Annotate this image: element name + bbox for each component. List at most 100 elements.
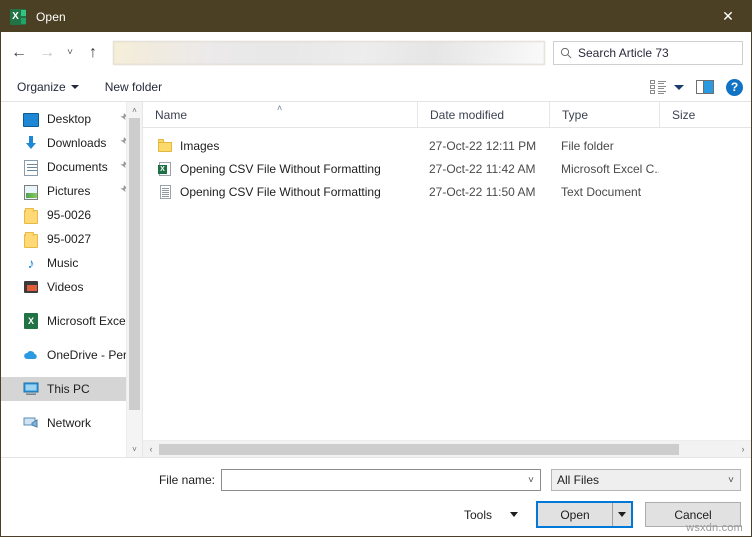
video-icon bbox=[23, 279, 39, 295]
new-folder-button[interactable]: New folder bbox=[105, 80, 162, 94]
file-type-filter-dropdown[interactable]: All Files ˅ bbox=[551, 469, 741, 491]
file-name-label: File name: bbox=[158, 473, 215, 487]
sidebar-item-label: Network bbox=[47, 416, 92, 430]
sidebar-item-documents[interactable]: Documents bbox=[1, 155, 142, 179]
chevron-down-icon bbox=[70, 85, 79, 89]
file-name-row: File name: ˅ All Files ˅ bbox=[11, 469, 741, 491]
open-file-dialog: X Open ✕ ← → ˅ ↑ Search Article 73 Organ… bbox=[0, 0, 752, 537]
window-title: Open bbox=[36, 9, 66, 24]
file-date-cell: 27-Oct-22 12:11 PM bbox=[429, 138, 537, 153]
table-row[interactable]: X Opening CSV File Without Formatting 27… bbox=[143, 157, 751, 180]
open-button[interactable]: Open bbox=[538, 503, 612, 526]
scroll-up-icon[interactable]: ˄ bbox=[127, 102, 142, 118]
network-icon bbox=[23, 415, 39, 431]
folder-icon bbox=[23, 231, 39, 248]
sidebar-item-label: Documents bbox=[47, 160, 108, 174]
help-icon[interactable]: ? bbox=[726, 78, 743, 96]
column-header-date-modified[interactable]: Date modified bbox=[417, 102, 549, 127]
file-name-cell: Opening CSV File Without Formatting bbox=[143, 180, 417, 203]
file-date-cell: 27-Oct-22 11:50 AM bbox=[429, 184, 536, 199]
scrollbar-thumb[interactable] bbox=[159, 443, 679, 455]
sidebar-item-label: This PC bbox=[47, 382, 90, 396]
sidebar-item-label: Music bbox=[47, 256, 79, 270]
title-bar: X Open ✕ bbox=[1, 1, 751, 32]
search-input[interactable]: Search Article 73 bbox=[578, 46, 669, 60]
scroll-down-icon[interactable]: ˅ bbox=[127, 441, 142, 457]
sidebar-list: Desktop Downloads Documents Pictures 95-… bbox=[1, 102, 142, 435]
forward-icon: → bbox=[39, 43, 55, 61]
scroll-left-icon[interactable]: ‹ bbox=[143, 441, 159, 457]
address-bar[interactable] bbox=[113, 40, 545, 65]
sidebar-item-pictures[interactable]: Pictures bbox=[1, 179, 142, 203]
sidebar-item-onedrive[interactable]: OneDrive - Person bbox=[1, 343, 142, 367]
chevron-down-icon[interactable]: ˅ bbox=[528, 475, 534, 486]
sort-ascending-icon: ˄ bbox=[277, 103, 283, 113]
file-type-filter-value: All Files bbox=[557, 473, 600, 487]
toolbar: Organize New folder ? bbox=[1, 73, 751, 102]
file-list-horizontal-scrollbar[interactable]: ‹ › bbox=[143, 440, 751, 457]
chevron-down-icon bbox=[618, 512, 626, 517]
back-icon[interactable]: ← bbox=[5, 38, 33, 68]
file-name-cell: X Opening CSV File Without Formatting bbox=[143, 157, 417, 180]
sidebar-item-desktop[interactable]: Desktop bbox=[1, 107, 142, 131]
column-label: Size bbox=[672, 107, 696, 122]
table-row[interactable]: Opening CSV File Without Formatting 27-O… bbox=[143, 180, 751, 203]
sidebar-item-label: 95-0026 bbox=[47, 208, 92, 222]
sidebar-item-label: Microsoft Excel bbox=[47, 314, 129, 328]
folder-icon bbox=[23, 207, 39, 224]
tools-label: Tools bbox=[463, 507, 492, 522]
column-label: Date modified bbox=[430, 107, 505, 122]
recent-locations-icon[interactable]: ˅ bbox=[61, 38, 79, 68]
chevron-down-icon[interactable]: ˅ bbox=[728, 475, 734, 486]
sidebar-item-videos[interactable]: Videos bbox=[1, 275, 142, 299]
onedrive-icon bbox=[23, 347, 39, 363]
text-document-icon bbox=[157, 184, 173, 200]
organize-button[interactable]: Organize bbox=[17, 80, 79, 94]
toolbar-right-group: ? bbox=[650, 78, 743, 96]
open-split-button[interactable]: Open bbox=[536, 501, 633, 528]
this-pc-icon bbox=[23, 381, 39, 397]
column-label: Name bbox=[155, 107, 188, 122]
table-row[interactable]: Images 27-Oct-22 12:11 PM File folder bbox=[143, 134, 751, 157]
sidebar-item-downloads[interactable]: Downloads bbox=[1, 131, 142, 155]
file-name-label: Opening CSV File Without Formatting bbox=[180, 161, 381, 176]
file-name-input[interactable]: ˅ bbox=[221, 469, 541, 491]
column-header-name[interactable]: Name ˄ bbox=[143, 102, 417, 127]
sidebar-item-microsoft-excel[interactable]: X Microsoft Excel bbox=[1, 309, 142, 333]
column-headers: Name ˄ Date modified Type Size bbox=[143, 102, 751, 128]
sidebar-item-95-0026[interactable]: 95-0026 bbox=[1, 203, 142, 227]
file-size-cell bbox=[659, 180, 719, 203]
pictures-icon bbox=[23, 183, 39, 200]
file-rows: Images 27-Oct-22 12:11 PM File folder X … bbox=[143, 128, 751, 440]
up-icon[interactable]: ↑ bbox=[79, 38, 107, 68]
sidebar-item-this-pc[interactable]: This PC bbox=[1, 377, 142, 401]
watermark: wsxdn.com bbox=[686, 522, 743, 534]
sidebar-scrollbar[interactable]: ˄ ˅ bbox=[126, 102, 142, 457]
sidebar-item-95-0027[interactable]: 95-0027 bbox=[1, 227, 142, 251]
tools-button[interactable]: Tools bbox=[464, 508, 518, 522]
sidebar-item-label: Desktop bbox=[47, 112, 92, 126]
search-box[interactable]: Search Article 73 bbox=[553, 40, 743, 65]
scrollbar-thumb[interactable] bbox=[129, 118, 140, 410]
view-options-button[interactable] bbox=[650, 80, 684, 94]
file-type-cell: File folder bbox=[561, 138, 614, 153]
column-header-size[interactable]: Size bbox=[659, 102, 719, 127]
sidebar-item-network[interactable]: Network bbox=[1, 411, 142, 435]
open-dropdown-button[interactable] bbox=[612, 503, 631, 526]
scroll-right-icon[interactable]: › bbox=[735, 441, 751, 457]
column-header-type[interactable]: Type bbox=[549, 102, 659, 127]
file-type-cell: Text Document bbox=[561, 184, 642, 199]
sidebar-item-music[interactable]: ♪ Music bbox=[1, 251, 142, 275]
sidebar-item-label: Pictures bbox=[47, 184, 91, 198]
dialog-footer: File name: ˅ All Files ˅ Tools Open Canc bbox=[1, 457, 751, 536]
close-icon[interactable]: ✕ bbox=[705, 1, 751, 32]
chevron-down-icon bbox=[674, 84, 684, 90]
file-name-cell: Images bbox=[143, 134, 417, 157]
folder-icon bbox=[157, 138, 173, 154]
preview-pane-icon[interactable] bbox=[696, 80, 714, 94]
desktop-icon bbox=[23, 111, 39, 127]
excel-icon: X bbox=[23, 313, 39, 329]
file-list-pane: Name ˄ Date modified Type Size Images 27… bbox=[143, 102, 751, 457]
file-name-label: Images bbox=[180, 138, 220, 153]
file-size-cell bbox=[659, 157, 719, 180]
